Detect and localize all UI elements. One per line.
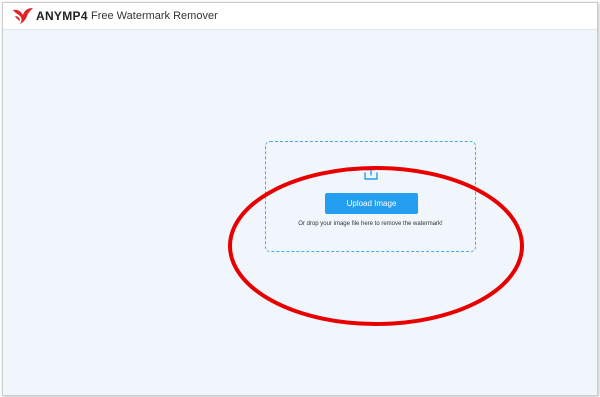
bird-logo-icon — [13, 8, 33, 24]
upload-image-button[interactable]: Upload Image — [325, 193, 418, 214]
upload-icon[interactable] — [363, 165, 379, 181]
drop-hint-text: Or drop your image file here to remove t… — [298, 221, 443, 227]
drop-zone[interactable]: Upload Image Or drop your image file her… — [265, 141, 476, 252]
app-title: Free Watermark Remover — [91, 10, 218, 22]
browser-window: ANYMP4 Free Watermark Remover Upload Ima… — [2, 2, 598, 396]
top-bar: ANYMP4 Free Watermark Remover — [3, 3, 597, 30]
brand-name: ANYMP4 — [36, 9, 88, 23]
